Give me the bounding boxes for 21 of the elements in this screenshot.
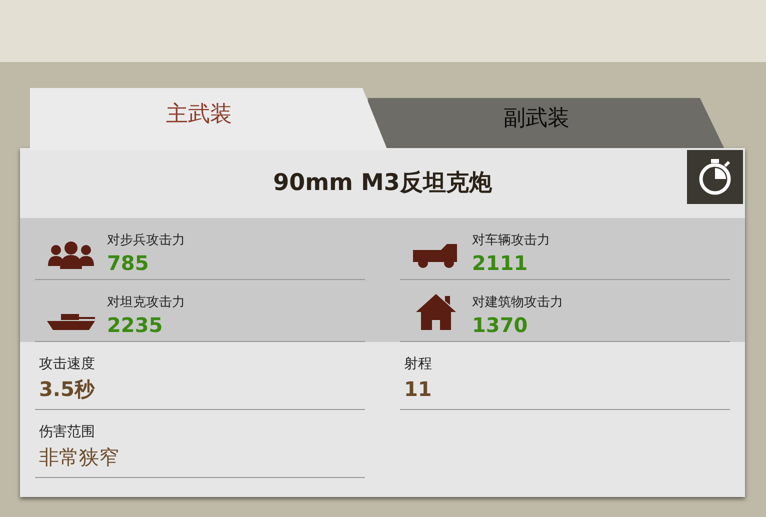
stat-label: 射程 <box>404 355 433 374</box>
tab[interactable]: 主武装 <box>30 88 388 150</box>
house-icon <box>415 292 457 332</box>
stopwatch-icon <box>697 158 733 196</box>
stat-label: 对车辆攻击力 <box>472 232 550 250</box>
stat-value: 非常狭窄 <box>39 444 120 471</box>
stat-value: 785 <box>107 250 150 276</box>
tab[interactable]: 副武装 <box>368 98 725 150</box>
stat-label: 对步兵攻击力 <box>107 232 185 250</box>
people-icon <box>46 240 96 270</box>
stat-value: 2111 <box>472 250 529 276</box>
stat-value: 1370 <box>472 312 529 338</box>
stat-value: 11 <box>404 376 433 403</box>
timer-button[interactable] <box>687 150 743 204</box>
stat-label: 攻击速度 <box>39 355 96 374</box>
stat-value: 3.5秒 <box>39 376 96 403</box>
stat-value: 2235 <box>107 312 164 338</box>
stat-label: 对建筑物攻击力 <box>472 294 563 312</box>
weapon-name: 90mm M3反坦克炮 <box>273 168 492 198</box>
stat-label: 伤害范围 <box>39 423 96 442</box>
stat-label: 对坦克攻击力 <box>107 294 185 312</box>
